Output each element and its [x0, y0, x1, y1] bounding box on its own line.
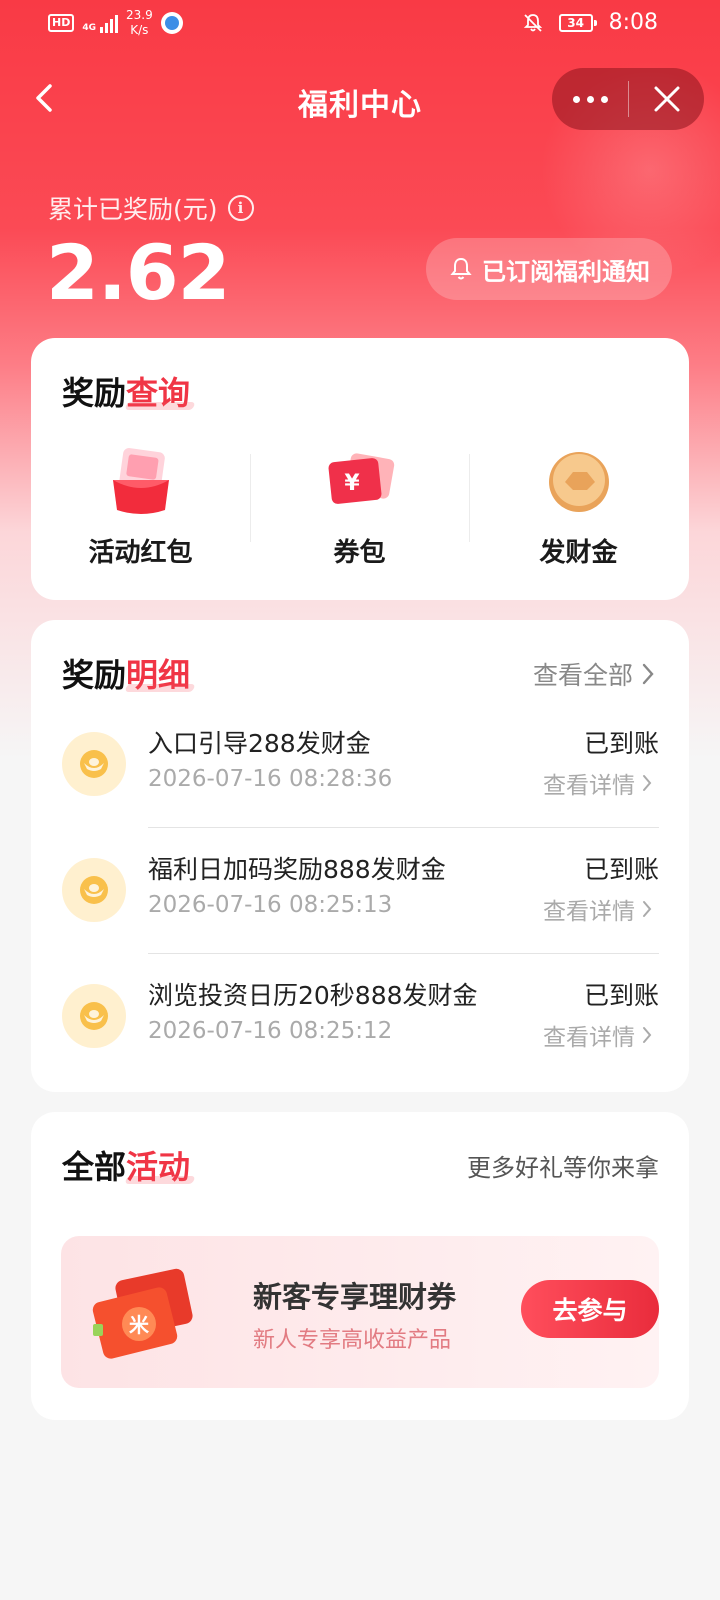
more-dot-icon — [572, 95, 580, 103]
query-item-label: 活动红包 — [88, 538, 193, 568]
reward-query-card: 奖励查询 活动红包 ¥ 券包 发财金 — [31, 338, 689, 600]
reward-row-detail-link[interactable]: 查看详情 — [543, 1018, 653, 1052]
status-right: 34 8:08 — [523, 10, 658, 35]
coupon-ticket-icon: 米 — [92, 1268, 193, 1359]
network-speed: 23.9 K/s — [126, 8, 153, 38]
reward-detail-title-plain: 奖励 — [62, 656, 127, 694]
more-options-button[interactable] — [552, 68, 628, 130]
query-item-coupon[interactable]: ¥ 券包 — [250, 446, 469, 569]
app-notification-icon — [160, 12, 183, 34]
close-button[interactable] — [629, 68, 704, 130]
new-customer-promo[interactable]: 米 新客专享理财券 新人专享高收益产品 去参与 — [61, 1236, 659, 1388]
network-type: 4G — [82, 23, 96, 33]
reward-row: 福利日加码奖励888发财金 2026-07-16 08:25:13 已到账 查看… — [31, 828, 689, 954]
total-reward-label: 累计已奖励(元) i — [48, 190, 254, 226]
reward-query-title: 奖励查询 — [62, 368, 190, 414]
subscribe-notification-button[interactable]: 已订阅福利通知 — [426, 238, 672, 300]
total-reward-value: 2.62 — [46, 228, 231, 317]
reward-row-title: 福利日加码奖励888发财金 — [148, 855, 446, 884]
chevron-right-icon — [643, 1027, 652, 1043]
reward-detail-card: 奖励明细 查看全部 入口引导288发财金 2026-07-16 08:28:36… — [31, 620, 689, 1092]
network-speed-unit: K/s — [130, 23, 149, 37]
svg-text:¥: ¥ — [344, 471, 360, 496]
activities-title-highlight: 活动 — [126, 1148, 191, 1186]
reward-row: 浏览投资日历20秒888发财金 2026-07-16 08:25:12 已到账 … — [31, 954, 689, 1080]
gold-coin-icon — [548, 452, 609, 512]
reward-row-date: 2026-07-16 08:28:36 — [148, 766, 393, 792]
reward-row-date: 2026-07-16 08:25:13 — [148, 892, 393, 918]
gold-ingot-icon — [62, 984, 126, 1048]
gold-ingot-icon — [62, 858, 126, 922]
join-button[interactable]: 去参与 — [521, 1280, 659, 1338]
total-reward-label-text: 累计已奖励(元) — [48, 195, 218, 224]
clock: 8:08 — [608, 10, 658, 35]
query-item-label: 发财金 — [539, 538, 618, 568]
reward-detail-title: 奖励明细 — [62, 650, 190, 696]
nav-bar: 福利中心 — [0, 68, 720, 130]
reward-row-detail-link[interactable]: 查看详情 — [543, 892, 653, 926]
view-all-link[interactable]: 查看全部 — [533, 656, 655, 692]
reward-row-status: 已到账 — [583, 981, 659, 1010]
promo-title: 新客专享理财券 — [253, 1280, 457, 1314]
reward-row-status: 已到账 — [583, 729, 659, 758]
query-item-label: 券包 — [333, 538, 386, 568]
detail-label: 查看详情 — [543, 773, 635, 799]
mute-bell-icon — [523, 13, 542, 32]
status-bar: HD 4G 23.9 K/s 34 8:08 — [0, 0, 720, 48]
hd-badge: HD — [48, 14, 75, 32]
chevron-right-icon — [643, 775, 652, 791]
reward-row-detail-link[interactable]: 查看详情 — [543, 766, 653, 800]
query-item-gold-coin[interactable]: 发财金 — [469, 446, 688, 569]
reward-detail-title-highlight: 明细 — [126, 656, 191, 694]
status-left: HD 4G 23.9 K/s — [48, 8, 183, 38]
gold-ingot-icon — [62, 732, 126, 796]
info-icon[interactable]: i — [227, 195, 254, 221]
promo-subtitle: 新人专享高收益产品 — [253, 1328, 452, 1353]
bell-icon — [450, 257, 472, 280]
battery-icon: 34 — [558, 13, 597, 32]
query-item-red-envelope[interactable]: 活动红包 — [31, 446, 250, 569]
reward-row-date: 2026-07-16 08:25:12 — [148, 1018, 393, 1044]
more-dot-icon — [586, 95, 594, 103]
coupon-glyph: 米 — [129, 1313, 150, 1337]
chevron-right-icon — [643, 901, 652, 917]
reward-query-title-highlight: 查询 — [126, 374, 191, 412]
activities-title-plain: 全部 — [62, 1148, 127, 1186]
view-all-label: 查看全部 — [532, 661, 633, 690]
detail-label: 查看详情 — [543, 899, 635, 925]
detail-label: 查看详情 — [543, 1025, 635, 1051]
reward-row-status: 已到账 — [583, 855, 659, 884]
reward-row-title: 入口引导288发财金 — [148, 729, 371, 758]
all-activities-card: 全部活动 更多好礼等你来拿 米 新客专享理财券 新人专享高收益产品 去参与 — [31, 1112, 689, 1420]
reward-row: 入口引导288发财金 2026-07-16 08:28:36 已到账 查看详情 — [31, 702, 689, 828]
close-icon — [654, 86, 679, 112]
network-speed-value: 23.9 — [126, 8, 153, 22]
mini-program-capsule — [552, 68, 704, 130]
subscribe-label: 已订阅福利通知 — [482, 257, 650, 286]
red-envelope-icon — [112, 448, 169, 514]
activities-title: 全部活动 — [62, 1142, 190, 1188]
activities-more-text: 更多好礼等你来拿 — [467, 1154, 659, 1182]
reward-query-title-plain: 奖励 — [62, 374, 127, 412]
signal-icon: 4G — [82, 13, 118, 33]
more-dot-icon — [600, 95, 608, 103]
coupon-icon: ¥ — [328, 453, 394, 504]
chevron-right-icon — [642, 663, 654, 685]
reward-row-title: 浏览投资日历20秒888发财金 — [148, 981, 478, 1010]
